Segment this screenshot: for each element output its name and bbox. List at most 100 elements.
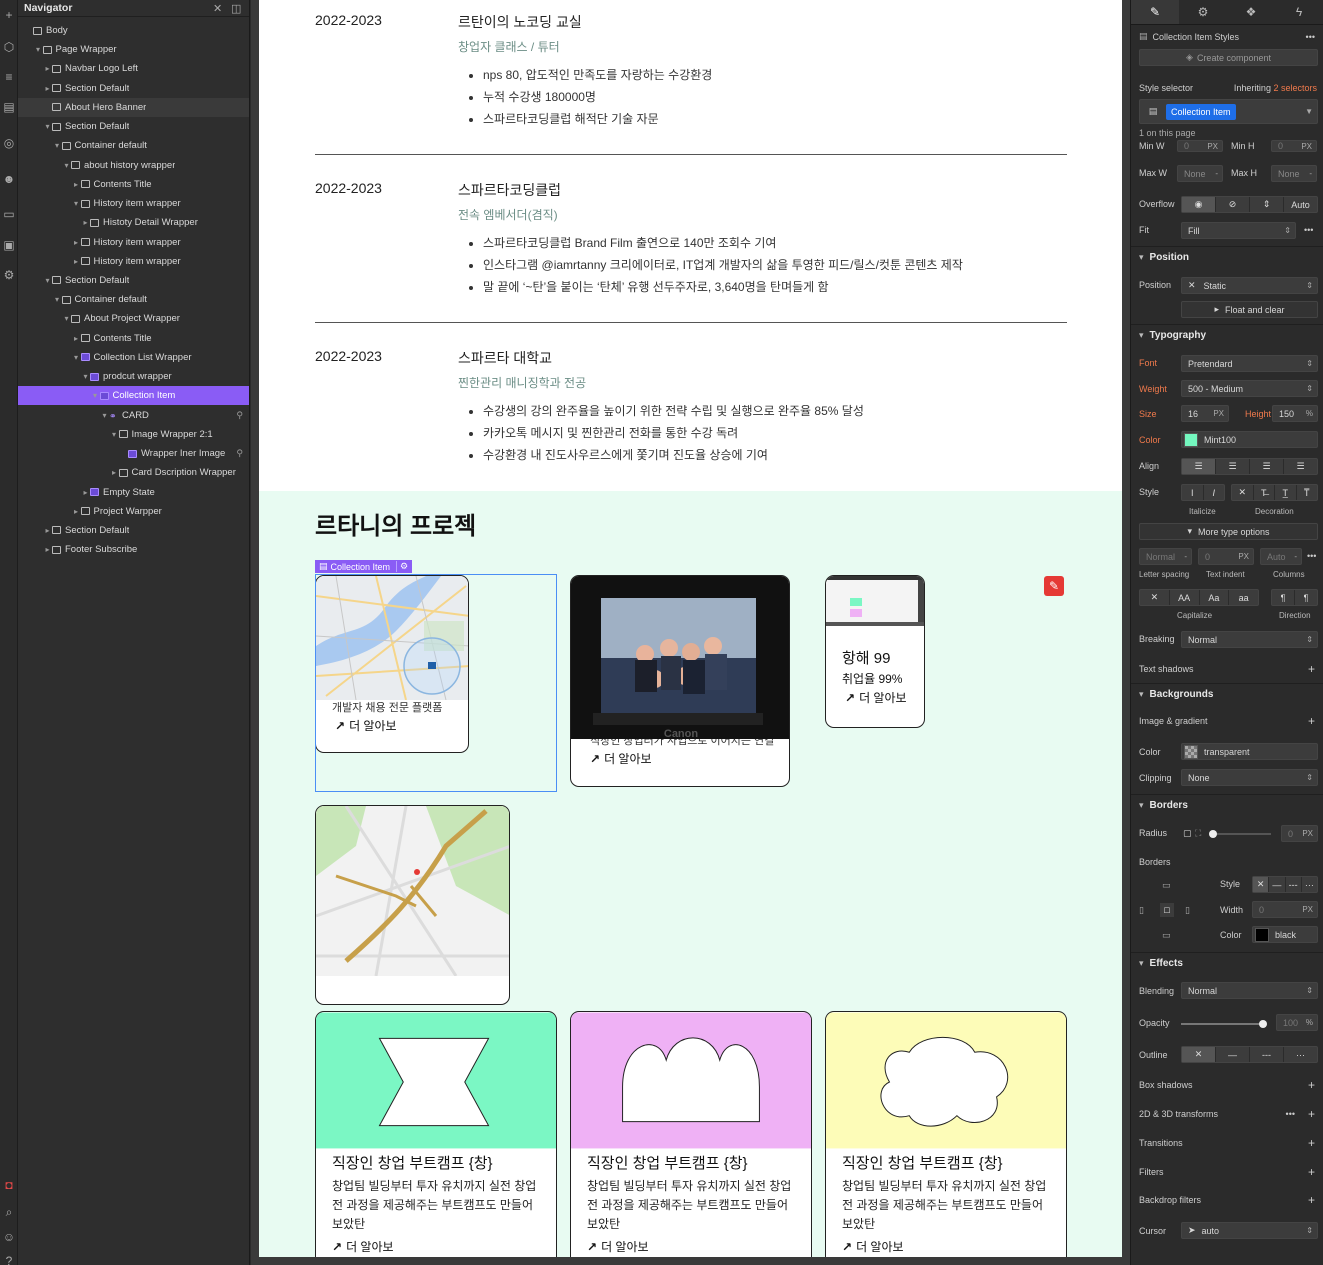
navigator-item[interactable]: ▾ Section Default bbox=[18, 117, 249, 136]
more-icon[interactable]: ••• bbox=[1306, 32, 1315, 42]
project-card[interactable] bbox=[315, 805, 510, 1005]
bootcamp-card[interactable]: 직장인 창업 부트캠프 {창} 창업팀 빌딩부터 투자 유치까지 실전 창업 전 … bbox=[315, 1011, 557, 1257]
add-icon[interactable]: + bbox=[1308, 1193, 1315, 1207]
color-swatch[interactable] bbox=[1184, 432, 1198, 447]
users-icon[interactable]: ☻ bbox=[0, 170, 18, 188]
chevron-down-icon[interactable]: ▼ bbox=[1305, 107, 1313, 116]
chevron-right-icon[interactable]: ▸ bbox=[43, 526, 52, 535]
navigator-item[interactable]: ▸ Empty State bbox=[18, 483, 249, 502]
navigator-item[interactable]: Wrapper Iner Image ⚲ bbox=[18, 444, 249, 463]
more-link[interactable]: ↗ 더 알아보 bbox=[590, 750, 652, 767]
chevron-down-icon[interactable]: ▾ bbox=[72, 199, 81, 208]
edit-collection-icon[interactable]: ✎ bbox=[1044, 576, 1064, 596]
opacity-input[interactable]: 100% bbox=[1276, 1014, 1318, 1031]
more-link[interactable]: ↗ 더 알아보 bbox=[842, 1238, 904, 1255]
border-style-toggle[interactable]: ✕ — --- ··· bbox=[1252, 876, 1318, 893]
record-icon[interactable]: ◘ bbox=[0, 1176, 18, 1194]
project-card[interactable]: Canon 직장인 창업러가 사업으로 이어지는 연결 ↗ 더 알아보 bbox=[570, 575, 790, 787]
effects-section[interactable]: Effects bbox=[1131, 952, 1323, 974]
float-clear-toggle[interactable]: ▸ Float and clear bbox=[1181, 301, 1318, 318]
transitions-row[interactable]: Transitions + bbox=[1139, 1136, 1317, 1150]
selector-chip[interactable]: Collection Item bbox=[1166, 103, 1236, 120]
navigator-item[interactable]: ▸ Histoty Detail Wrapper bbox=[18, 213, 249, 232]
hidden-icon[interactable]: ⊘ bbox=[1216, 197, 1250, 212]
decoration-toggle[interactable]: ✕ T̶ T̲ T̅ bbox=[1231, 484, 1318, 501]
chevron-down-icon[interactable]: ▾ bbox=[43, 276, 52, 285]
navigator-item[interactable]: ▸ Navbar Logo Left bbox=[18, 59, 249, 78]
assets-icon[interactable]: ▣ bbox=[0, 236, 18, 254]
dashed-icon[interactable]: --- bbox=[1250, 1047, 1284, 1062]
more-link[interactable]: ↗ 더 알아보 bbox=[332, 1238, 394, 1255]
columns-input[interactable]: Auto - bbox=[1260, 548, 1302, 565]
chevron-down-icon[interactable]: ▾ bbox=[81, 372, 90, 381]
border-left-icon[interactable]: ▯ bbox=[1139, 905, 1144, 916]
direction-toggle[interactable]: ¶ ¶ bbox=[1271, 589, 1318, 606]
min-height-input[interactable]: 0 PX bbox=[1271, 140, 1317, 152]
chevron-down-icon[interactable]: ▾ bbox=[53, 295, 62, 304]
chevron-right-icon[interactable]: ▸ bbox=[72, 334, 81, 343]
overflow-auto[interactable]: Auto bbox=[1284, 197, 1317, 212]
ecommerce-icon[interactable]: ▭ bbox=[0, 205, 18, 223]
add-icon[interactable]: + bbox=[0, 6, 18, 24]
pages-icon[interactable]: ▤ bbox=[0, 98, 18, 116]
more-link[interactable]: ↗ 더 알아보 bbox=[587, 1238, 649, 1255]
strikethrough-icon[interactable]: T̶ bbox=[1254, 485, 1275, 500]
line-height-input[interactable]: 150% bbox=[1272, 405, 1318, 422]
navigator-item[interactable]: ▾ Collection List Wrapper bbox=[18, 348, 249, 367]
align-right-icon[interactable]: ☰ bbox=[1250, 459, 1284, 474]
dock-icon[interactable]: ◫ bbox=[231, 2, 241, 15]
rtl-icon[interactable]: ¶ bbox=[1295, 590, 1317, 605]
navigator-item[interactable]: ▾ About Project Wrapper bbox=[18, 309, 249, 328]
weight-select[interactable]: 500 - Medium ⇕ bbox=[1181, 380, 1318, 397]
team-icon[interactable]: ☺ bbox=[0, 1228, 18, 1246]
bootcamp-card[interactable]: 직장인 창업 부트캠프 {창} 창업팀 빌딩부터 투자 유치까지 실전 창업 전 … bbox=[825, 1011, 1067, 1257]
chevron-right-icon[interactable]: ▸ bbox=[72, 257, 81, 266]
font-select[interactable]: Pretendard ⇕ bbox=[1181, 355, 1318, 372]
inheriting-info[interactable]: Inheriting 2 selectors bbox=[1234, 83, 1317, 93]
bg-color-field[interactable]: transparent bbox=[1181, 743, 1318, 760]
navigator-icon[interactable]: ≡ bbox=[0, 68, 18, 86]
transparent-swatch[interactable] bbox=[1184, 744, 1198, 759]
navigator-item[interactable]: ▾ prodcut wrapper bbox=[18, 367, 249, 386]
align-justify-icon[interactable]: ☰ bbox=[1284, 459, 1317, 474]
image-gradient-row[interactable]: Image & gradient + bbox=[1139, 714, 1317, 728]
search-icon[interactable]: ⌕ bbox=[0, 1203, 18, 1221]
navigator-item[interactable]: ▸ Footer Subscribe bbox=[18, 540, 249, 559]
lowercase-option[interactable]: aa bbox=[1229, 590, 1258, 605]
none-icon[interactable]: ✕ bbox=[1182, 1047, 1216, 1062]
capitalize-option[interactable]: Aa bbox=[1200, 590, 1230, 605]
dotted-icon[interactable]: ··· bbox=[1302, 877, 1317, 892]
chevron-down-icon[interactable]: ▾ bbox=[53, 141, 62, 150]
cms-icon[interactable]: ◎ bbox=[0, 134, 18, 152]
chevron-down-icon[interactable]: ▾ bbox=[62, 161, 71, 170]
borders-section[interactable]: Borders bbox=[1131, 794, 1323, 816]
max-height-input[interactable]: None - bbox=[1271, 165, 1317, 182]
dotted-icon[interactable]: ··· bbox=[1284, 1047, 1317, 1062]
add-icon[interactable]: + bbox=[1308, 1078, 1315, 1092]
min-width-input[interactable]: 0 PX bbox=[1177, 140, 1223, 152]
clipping-select[interactable]: None ⇕ bbox=[1181, 769, 1318, 786]
more-type-options[interactable]: ▾ More type options bbox=[1139, 523, 1318, 540]
pin-icon[interactable]: ⚲ bbox=[236, 448, 243, 459]
opacity-slider[interactable] bbox=[1181, 1020, 1267, 1028]
more-icon[interactable]: ••• bbox=[1307, 551, 1316, 561]
align-center-icon[interactable]: ☰ bbox=[1216, 459, 1250, 474]
backgrounds-section[interactable]: Backgrounds bbox=[1131, 683, 1323, 705]
none-icon[interactable]: ✕ bbox=[1140, 590, 1170, 605]
selection-tag[interactable]: ▤ Collection Item ⚙ bbox=[315, 560, 413, 573]
chevron-right-icon[interactable]: ▸ bbox=[72, 507, 81, 516]
chevron-right-icon[interactable]: ▸ bbox=[72, 180, 81, 189]
border-right-icon[interactable]: ▯ bbox=[1185, 905, 1190, 916]
settings-icon[interactable]: ⚙ bbox=[0, 266, 18, 284]
create-component-button[interactable]: ◈ Create component bbox=[1139, 49, 1318, 66]
scroll-icon[interactable]: ⇕ bbox=[1250, 197, 1284, 212]
style-selector-field[interactable]: ▤ Collection Item ▼ bbox=[1139, 99, 1318, 124]
border-width-input[interactable]: 0 PX bbox=[1252, 901, 1318, 918]
radius-slider[interactable] bbox=[1209, 830, 1271, 838]
navigator-item[interactable]: ▸ Contents Title bbox=[18, 175, 249, 194]
chevron-down-icon[interactable]: ▾ bbox=[72, 353, 81, 362]
lightning-tab-icon[interactable]: ϟ bbox=[1275, 0, 1323, 24]
box-shadows-row[interactable]: Box shadows + bbox=[1139, 1078, 1317, 1092]
position-select[interactable]: ✕ Static ⇕ bbox=[1181, 277, 1318, 294]
color-swatch[interactable] bbox=[1255, 927, 1269, 942]
